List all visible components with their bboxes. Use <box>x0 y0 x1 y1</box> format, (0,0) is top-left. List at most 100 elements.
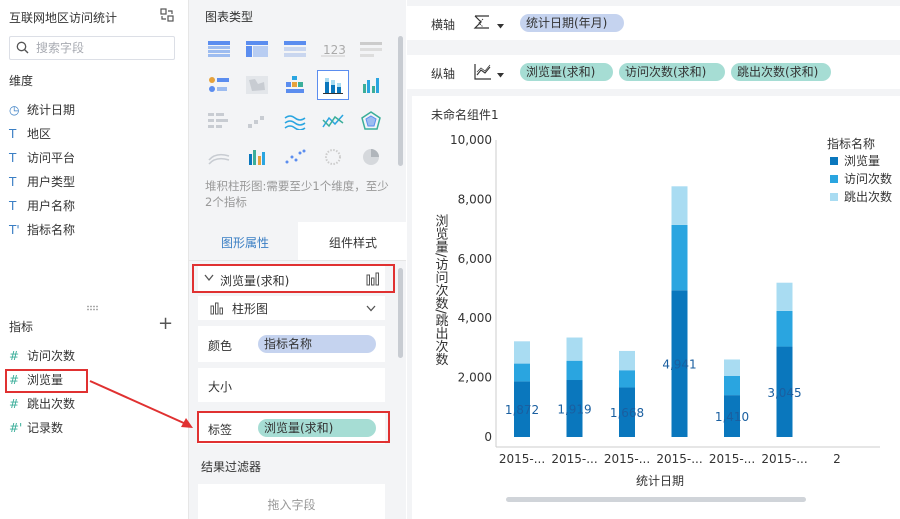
y-tick-label: 0 <box>484 430 492 444</box>
pie-chart-icon[interactable] <box>355 142 387 172</box>
waterfall-chart-icon[interactable] <box>241 106 273 136</box>
size-row[interactable]: 大小 <box>198 368 385 402</box>
color-row[interactable]: 颜色 指标名称 <box>198 326 385 362</box>
x-tick-label: 2015-... <box>604 452 650 466</box>
range-area-icon[interactable] <box>203 142 235 172</box>
dimensions-heading: 维度 <box>9 74 34 88</box>
bar-segment <box>724 359 740 376</box>
y-tick-label: 2,000 <box>458 371 492 385</box>
legend-item-label: 跳出次数 <box>844 189 892 204</box>
hash-icon: # <box>9 397 20 411</box>
dimension-item-user-type[interactable]: T 用户类型 <box>9 170 179 194</box>
result-filter-title: 结果过滤器 <box>201 460 262 474</box>
dimension-item-region[interactable]: T 地区 <box>9 122 179 146</box>
horizontal-bar-icon[interactable] <box>203 106 235 136</box>
y-axis-type-icon[interactable] <box>473 63 493 81</box>
map-chart-icon[interactable] <box>241 70 273 100</box>
dimension-item-stat-date[interactable]: ◷ 统计日期 <box>9 98 179 122</box>
chart-card: 未命名组件1 0 2,000 4,000 6,000 8,000 10,000 浏览量/访问… <box>412 96 900 519</box>
highlight-label-row <box>197 411 390 443</box>
cross-table-icon[interactable] <box>241 34 273 64</box>
chart-type-select[interactable]: 柱形图 <box>198 296 385 320</box>
bar-data-label: 4,941 <box>662 358 696 372</box>
bubble-chart-icon[interactable] <box>317 142 349 172</box>
size-label: 大小 <box>208 380 233 394</box>
caret-down-icon[interactable] <box>497 73 504 78</box>
dimension-list: ◷ 统计日期 T 地区 T 访问平台 T 用户类型 T 用户名称 T' 指标名称 <box>9 98 179 242</box>
legend-swatch <box>830 193 838 201</box>
bar-segment <box>566 337 583 361</box>
text-widget-icon[interactable] <box>355 34 387 64</box>
chart-types-scrollbar[interactable] <box>398 36 403 166</box>
x-axis-label: 横轴 <box>431 18 456 32</box>
add-metric-button[interactable]: + <box>158 315 173 333</box>
field-label: 记录数 <box>27 421 64 435</box>
field-panel: 互联网地区访问统计 维度 ◷ 统计日期 T 地区 T 访问平台 T 用户类型 <box>0 0 189 519</box>
dimension-item-platform[interactable]: T 访问平台 <box>9 146 179 170</box>
y-axis-field-pill-pageviews[interactable]: 浏览量(求和) <box>520 63 613 81</box>
tab-graph-properties-label[interactable]: 图形属性 <box>221 234 269 251</box>
text-calc-icon: T' <box>9 223 20 237</box>
color-field-pill[interactable]: 指标名称 <box>258 335 376 353</box>
field-label: 地区 <box>27 127 52 141</box>
area-line-chart-icon[interactable] <box>279 106 311 136</box>
scatter-chart-icon[interactable] <box>279 142 311 172</box>
kpi-number-icon[interactable]: 123 <box>317 34 349 64</box>
properties-scrollbar[interactable] <box>398 268 403 358</box>
grouped-bar-chart-icon[interactable] <box>355 70 387 100</box>
x-axis-field-pill[interactable]: 统计日期(年月) <box>520 14 624 32</box>
field-label: 指标名称 <box>27 223 76 237</box>
highlight-pageviews-field <box>5 369 88 393</box>
x-axis-type-icon[interactable] <box>473 14 493 32</box>
combo-bar-chart-icon[interactable] <box>241 142 273 172</box>
svg-text:123: 123 <box>323 43 345 57</box>
metric-item-record-count[interactable]: #' 记录数 <box>9 416 179 440</box>
clock-icon: ◷ <box>9 103 20 117</box>
y-axis-field-pill-visits[interactable]: 访问次数(求和) <box>619 63 725 81</box>
bar-segment <box>514 341 530 364</box>
search-icon <box>16 41 29 54</box>
text-icon: T <box>9 151 17 165</box>
x-tick-label: 2015-... <box>551 452 597 466</box>
dimension-item-user-name[interactable]: T 用户名称 <box>9 194 179 218</box>
tab-component-style-label[interactable]: 组件样式 <box>329 234 377 251</box>
highlight-measure-header <box>192 264 395 293</box>
x-tick-label: 2015-... <box>709 452 755 466</box>
bar-segment <box>566 360 583 381</box>
y-tick-label: 8,000 <box>458 192 492 206</box>
hash-icon: # <box>9 349 20 363</box>
metrics-heading: 指标 <box>9 320 34 334</box>
bar-segment <box>724 375 740 396</box>
chart-h-scrollbar <box>506 497 806 502</box>
radar-chart-icon[interactable] <box>355 106 387 136</box>
field-label: 访问平台 <box>27 151 76 165</box>
bar-data-label: 1,919 <box>557 403 591 417</box>
x-tick-label: 2015-... <box>761 452 807 466</box>
caret-down-icon[interactable] <box>497 24 504 29</box>
switch-dataset-icon[interactable] <box>160 8 174 22</box>
y-axis-shelf[interactable]: 纵轴 浏览量(求和) 访问次数(求和) 跳出次数(求和) <box>407 55 900 89</box>
dot-matrix-icon[interactable] <box>203 70 235 100</box>
grouped-table-icon[interactable] <box>279 70 311 100</box>
bar-data-label: 1,872 <box>505 403 539 417</box>
detail-table-icon[interactable] <box>279 34 311 64</box>
dimension-item-metric-name[interactable]: T' 指标名称 <box>9 218 179 242</box>
bar-data-label: 1,410 <box>715 410 749 424</box>
x-tick-label: 2015-... <box>499 452 545 466</box>
splitter-handle[interactable] <box>86 305 100 311</box>
chart-types-title: 图表类型 <box>205 10 254 24</box>
metric-item-bounces[interactable]: # 跳出次数 <box>9 392 179 416</box>
stacked-bar-chart-icon[interactable] <box>317 70 349 100</box>
search-input[interactable] <box>34 39 173 57</box>
stacked-bar-chart: 0 2,000 4,000 6,000 8,000 10,000 浏览量/访问次数/跳出次数… <box>433 133 892 502</box>
y-tick-label: 4,000 <box>458 311 492 325</box>
y-axis-field-pill-bounces[interactable]: 跳出次数(求和) <box>731 63 831 81</box>
metric-item-visits[interactable]: # 访问次数 <box>9 344 179 368</box>
multi-line-chart-icon[interactable] <box>317 106 349 136</box>
hash-calc-icon: #' <box>9 421 23 435</box>
x-axis-shelf[interactable]: 横轴 统计日期(年月) <box>407 6 900 40</box>
bar-segment <box>619 350 635 371</box>
chart-type-value: 柱形图 <box>232 302 269 316</box>
filter-drop-zone[interactable]: 拖入字段 <box>198 484 385 519</box>
table-chart-icon[interactable] <box>203 34 235 64</box>
